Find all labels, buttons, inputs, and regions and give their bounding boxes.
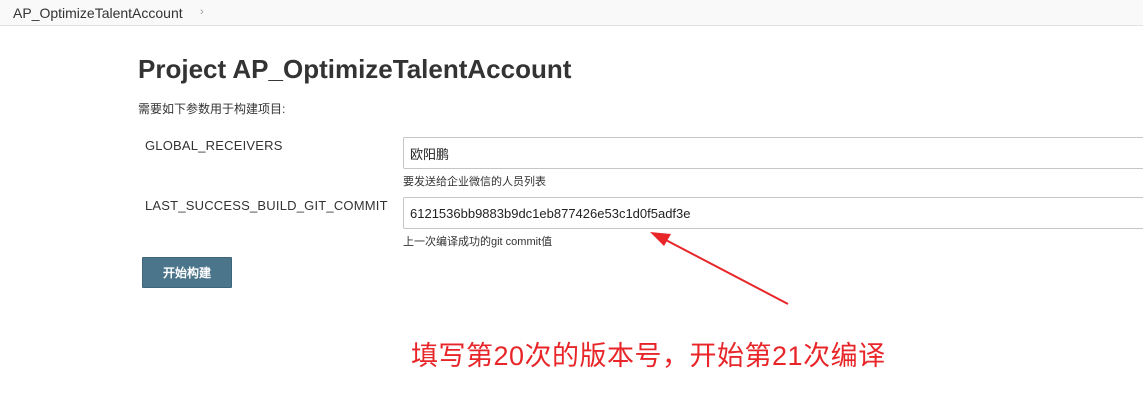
annotation-text: 填写第20次的版本号，开始第21次编译 bbox=[411, 341, 886, 371]
global-receivers-input[interactable] bbox=[403, 137, 1143, 169]
param-help-global-receivers: 要发送给企业微信的人员列表 bbox=[403, 176, 546, 188]
param-help-last-success-commit: 上一次编译成功的git commit值 bbox=[403, 236, 553, 248]
page-title: Project AP_OptimizeTalentAccount bbox=[138, 54, 572, 84]
param-label-last-success-commit: LAST_SUCCESS_BUILD_GIT_COMMIT bbox=[145, 198, 388, 213]
arrow-shaft bbox=[661, 237, 789, 305]
chevron-right-icon[interactable]: › bbox=[200, 6, 204, 18]
start-build-button[interactable]: 开始构建 bbox=[142, 257, 232, 288]
breadcrumb-project-link[interactable]: AP_OptimizeTalentAccount bbox=[13, 5, 183, 21]
param-label-global-receivers: GLOBAL_RECEIVERS bbox=[145, 138, 283, 153]
last-success-commit-input[interactable] bbox=[403, 197, 1143, 229]
arrow-head bbox=[650, 232, 671, 246]
breadcrumb: AP_OptimizeTalentAccount › bbox=[0, 0, 1143, 26]
page-description: 需要如下参数用于构建项目: bbox=[138, 102, 286, 116]
